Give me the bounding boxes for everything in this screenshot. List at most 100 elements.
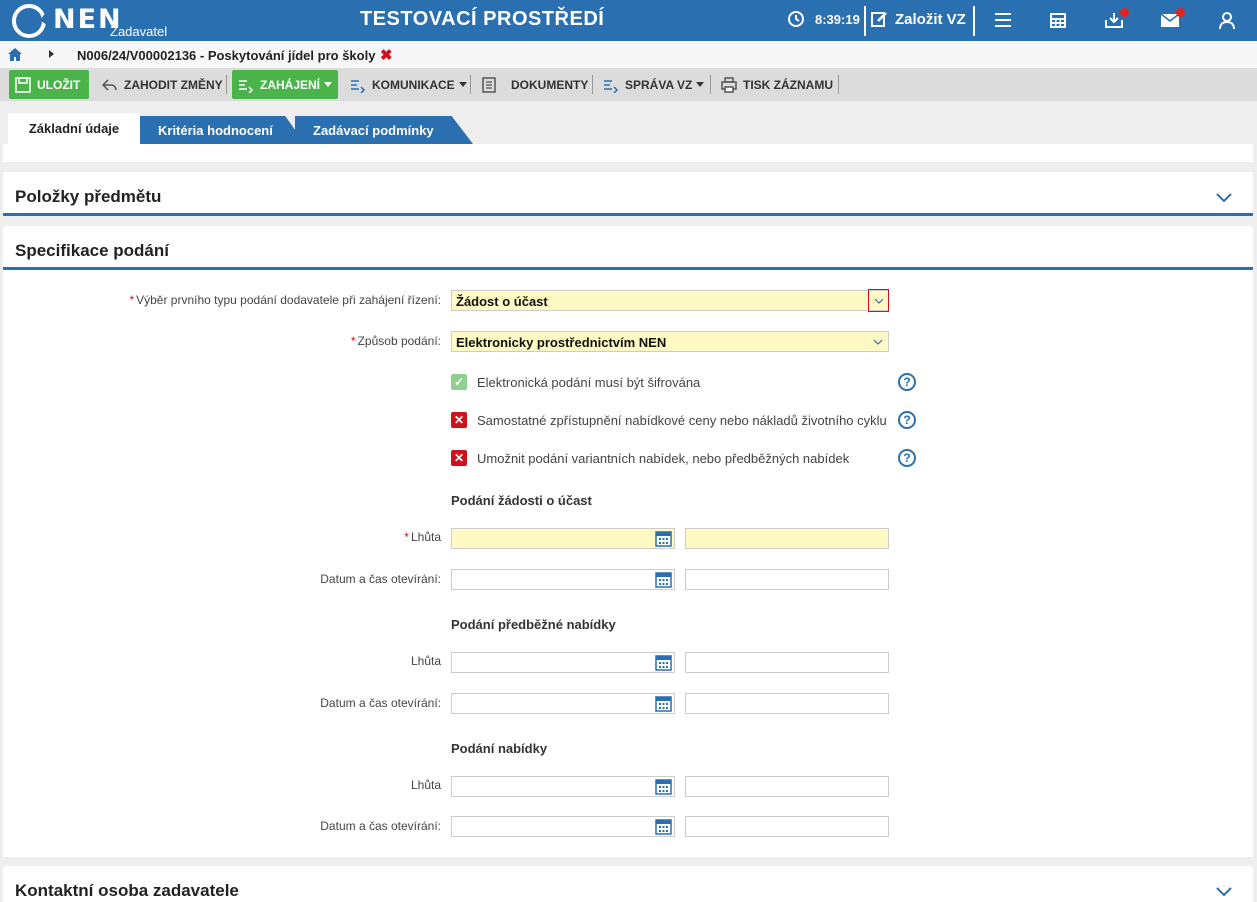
help-icon[interactable]: ? — [898, 373, 916, 391]
deadline-label: Lhůta — [410, 778, 441, 792]
divider — [3, 213, 1253, 216]
save-label: ULOŽIT — [37, 77, 81, 92]
divider — [592, 75, 593, 94]
first-type-select[interactable]: Žádost o účast — [451, 289, 889, 312]
separate-price-checkbox[interactable]: ✕ — [451, 412, 467, 428]
method-select[interactable]: Elektronicky prostřednictvím NEN — [451, 331, 889, 352]
tab-basic-info[interactable]: Základní údaje — [8, 113, 140, 144]
calendar-icon[interactable] — [655, 778, 672, 795]
first-type-label: * Výběr prvního typu podání dodavatele př… — [129, 293, 441, 307]
tab-criteria[interactable]: Kritéria hodnocení — [140, 116, 305, 144]
chevron-down-icon — [874, 298, 883, 304]
discard-label: ZAHODIT ZMĚNY — [124, 77, 223, 92]
contact-panel-title[interactable]: Kontaktní osoba zadavatele — [15, 881, 239, 901]
divider — [838, 75, 839, 94]
tab-conditions[interactable]: Zadávací podmínky — [295, 116, 473, 144]
deadline-label: Lhůta — [410, 654, 441, 668]
dropdown-button[interactable] — [868, 289, 889, 312]
communication-label: KOMUNIKACE — [372, 77, 455, 92]
start-procedure-button[interactable]: ZAHÁJENÍ — [232, 70, 338, 99]
printer-icon — [721, 76, 737, 93]
undo-icon — [102, 78, 117, 91]
discard-changes-button[interactable]: ZAHODIT ZMĚNY — [102, 70, 223, 99]
close-icon[interactable]: ✖ — [380, 46, 393, 64]
tab-basic-info-label: Základní údaje — [28, 121, 120, 136]
tab-strip: Kritéria hodnocení Zadávací podmínky Zák… — [3, 101, 1253, 144]
action-toolbar: ULOŽIT ZAHODIT ZMĚNY ZAHÁJENÍ KOMUNIKACE… — [0, 68, 1257, 101]
opening-time-input[interactable] — [685, 816, 889, 837]
print-record-button[interactable]: TISK ZÁZNAMU — [721, 70, 833, 99]
divider — [470, 75, 471, 94]
deadline-time-input[interactable] — [685, 776, 889, 797]
opening-date-input[interactable] — [451, 693, 675, 714]
first-type-value: Žádost o účast — [456, 294, 548, 309]
calculator-icon[interactable] — [1048, 10, 1068, 30]
opening-time-input[interactable] — [685, 693, 889, 714]
calendar-icon[interactable] — [655, 530, 672, 547]
print-label: TISK ZÁZNAMU — [743, 77, 833, 92]
process-icon — [604, 79, 619, 93]
top-bar: NEN Zadavatel TESTOVACÍ PROSTŘEDÍ 8:39:1… — [0, 0, 1257, 41]
deadline-date-input[interactable] — [451, 776, 675, 797]
menu-icon[interactable] — [993, 10, 1013, 30]
opening-label: Datum a čas otevírání: — [320, 819, 441, 833]
divider — [3, 267, 1253, 270]
user-icon[interactable] — [1217, 10, 1237, 30]
method-value: Elektronicky prostřednictvím NEN — [456, 335, 667, 350]
opening-date-input[interactable] — [451, 816, 675, 837]
contact-panel[interactable]: Kontaktní osoba zadavatele — [3, 866, 1253, 902]
deadline-time-input[interactable] — [685, 652, 889, 673]
edit-icon[interactable] — [870, 10, 888, 28]
caret-down-icon — [324, 82, 333, 87]
nen-logo-icon[interactable] — [12, 4, 56, 38]
divider — [226, 75, 227, 94]
clock-icon — [788, 11, 804, 27]
session-time: 8:39:19 — [815, 12, 860, 27]
opening-time-input[interactable] — [685, 569, 889, 590]
calendar-icon[interactable] — [655, 695, 672, 712]
chevron-right-icon — [49, 50, 54, 58]
breadcrumb: N006/24/V00002136 - Poskytování jídel pr… — [0, 41, 1257, 68]
help-icon[interactable]: ? — [898, 411, 916, 429]
brand-subtitle: Zadavatel — [110, 24, 168, 39]
deadline-time-input[interactable] — [685, 528, 889, 549]
process-icon — [239, 79, 254, 93]
start-label: ZAHÁJENÍ — [260, 77, 321, 92]
divider — [973, 6, 975, 36]
notification-dot — [1176, 8, 1185, 17]
tab-criteria-label: Kritéria hodnocení — [158, 122, 273, 138]
variant-offers-checkbox[interactable]: ✕ — [451, 450, 467, 466]
method-label: * Způsob podání: — [350, 334, 441, 348]
help-icon[interactable]: ? — [898, 449, 916, 467]
items-panel[interactable]: Položky předmětu — [3, 172, 1253, 216]
home-icon[interactable] — [8, 48, 22, 61]
items-panel-title[interactable]: Položky předmětu — [15, 187, 161, 207]
process-icon — [351, 79, 366, 93]
tab-content-top — [3, 144, 1253, 162]
opening-label: Datum a čas otevírání: — [320, 572, 441, 586]
calendar-icon[interactable] — [655, 654, 672, 671]
manage-label: SPRÁVA VZ — [625, 77, 693, 92]
documents-button[interactable]: DOKUMENTY — [481, 70, 588, 99]
calendar-icon[interactable] — [655, 818, 672, 835]
encrypted-checkbox[interactable]: ✓ — [451, 374, 467, 390]
manage-vz-button[interactable]: SPRÁVA VZ — [603, 70, 705, 99]
separate-price-label: Samostatné zpřístupnění nabídkové ceny n… — [477, 413, 887, 428]
dropdown-button[interactable] — [868, 332, 888, 351]
chevron-down-icon — [873, 339, 883, 345]
chevron-down-icon[interactable] — [1215, 192, 1233, 204]
calendar-icon[interactable] — [655, 571, 672, 588]
spec-panel-title: Specifikace podání — [15, 241, 169, 260]
deadline-date-input[interactable] — [451, 528, 675, 549]
deadline-date-input[interactable] — [451, 652, 675, 673]
breadcrumb-current[interactable]: N006/24/V00002136 - Poskytování jídel pr… — [77, 48, 375, 63]
save-button[interactable]: ULOŽIT — [9, 70, 89, 99]
communication-button[interactable]: KOMUNIKACE — [350, 70, 467, 99]
new-vz-button[interactable]: Založit VZ — [895, 11, 966, 28]
divider — [710, 75, 711, 94]
environment-title: TESTOVACÍ PROSTŘEDÍ — [360, 8, 605, 30]
opening-date-input[interactable] — [451, 569, 675, 590]
documents-label: DOKUMENTY — [511, 77, 589, 92]
save-icon — [15, 76, 31, 93]
chevron-down-icon[interactable] — [1215, 886, 1233, 898]
